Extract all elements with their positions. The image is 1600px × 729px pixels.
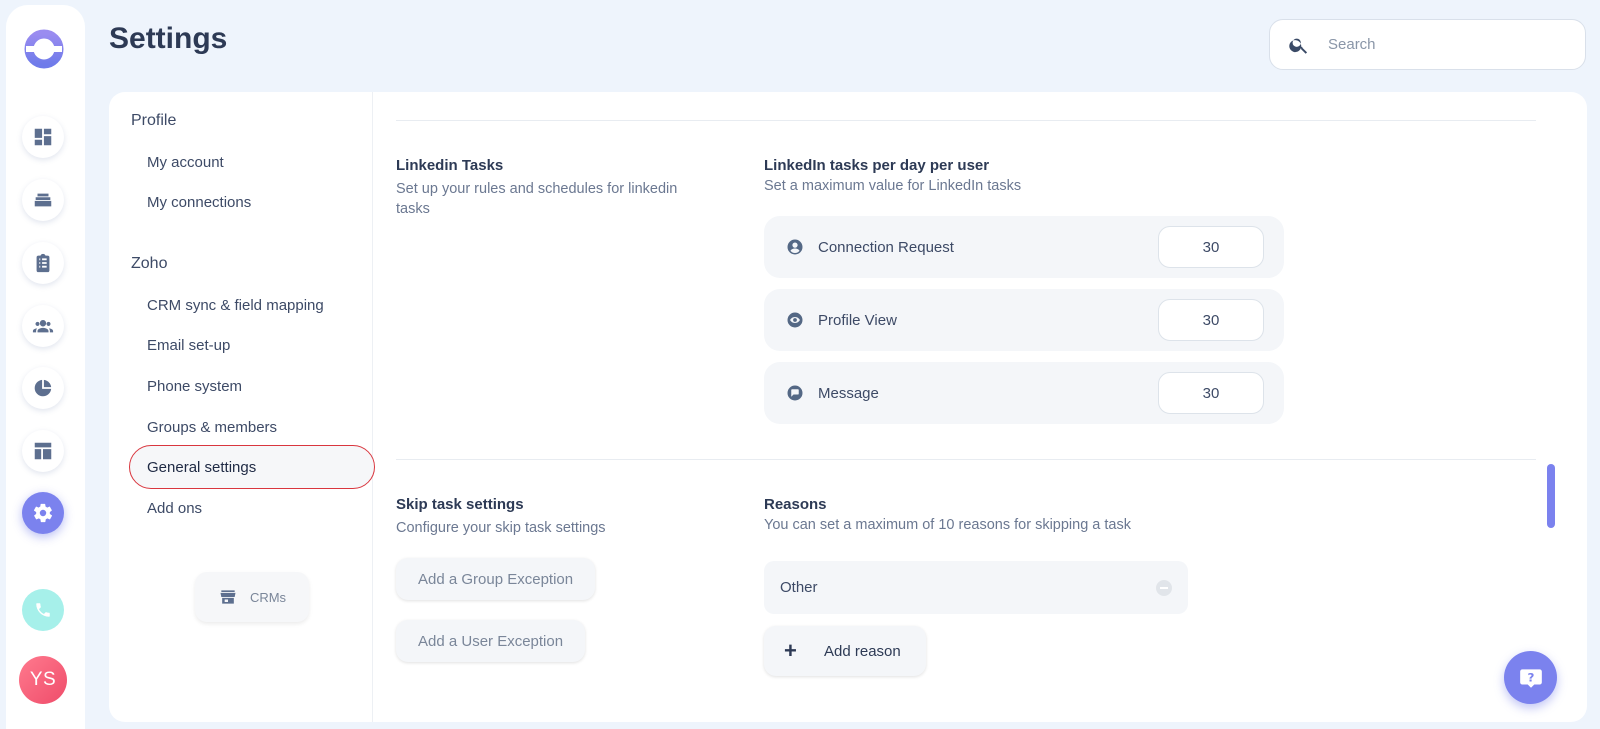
reason-item[interactable]: Other bbox=[764, 561, 1188, 614]
svg-text:?: ? bbox=[1527, 670, 1534, 684]
task-label: Message bbox=[818, 384, 879, 402]
app-logo-icon[interactable] bbox=[24, 29, 64, 69]
eye-icon bbox=[787, 312, 803, 328]
linkedin-tasks-title: Linkedin Tasks bbox=[396, 157, 504, 174]
crms-button-label: CRMs bbox=[249, 589, 287, 605]
rail-tasks-button[interactable] bbox=[22, 242, 64, 284]
nav-item-crm-sync[interactable]: CRM sync & field mapping bbox=[147, 297, 324, 314]
nav-item-my-account[interactable]: My account bbox=[147, 154, 224, 171]
task-row-profile-view: Profile View bbox=[764, 289, 1284, 351]
task-row-connection-request: Connection Request bbox=[764, 216, 1284, 278]
section-divider bbox=[396, 120, 1536, 121]
scrollbar-thumb[interactable] bbox=[1547, 464, 1555, 528]
left-rail: YS bbox=[6, 5, 85, 729]
settings-content: Linkedin Tasks Set up your rules and sch… bbox=[396, 92, 1556, 722]
rail-reports-button[interactable] bbox=[22, 367, 64, 409]
person-icon bbox=[787, 239, 803, 255]
message-icon bbox=[787, 385, 803, 401]
add-group-exception-button[interactable]: Add a Group Exception bbox=[396, 558, 596, 600]
profile-view-limit-input[interactable] bbox=[1158, 299, 1264, 341]
nav-item-phone-system[interactable]: Phone system bbox=[147, 378, 242, 395]
nav-item-my-connections[interactable]: My connections bbox=[147, 194, 251, 211]
add-reason-label: Add reason bbox=[824, 642, 901, 660]
reasons-title: Reasons bbox=[764, 496, 827, 513]
message-limit-input[interactable] bbox=[1158, 372, 1264, 414]
remove-reason-icon[interactable] bbox=[1156, 579, 1172, 596]
help-chat-icon: ? bbox=[1519, 668, 1542, 688]
user-avatar[interactable]: YS bbox=[19, 656, 67, 704]
page-title: Settings bbox=[109, 22, 228, 55]
nav-item-general-settings[interactable]: General settings bbox=[129, 445, 375, 489]
linkedin-tasks-description: Set up your rules and schedules for link… bbox=[396, 181, 678, 217]
layers-icon bbox=[34, 193, 52, 207]
section-divider bbox=[396, 459, 1536, 460]
rail-layers-button[interactable] bbox=[22, 179, 64, 221]
store-icon bbox=[220, 590, 236, 604]
linkedin-limits-title: LinkedIn tasks per day per user bbox=[764, 157, 990, 174]
plus-icon: + bbox=[784, 638, 797, 663]
phone-button[interactable] bbox=[22, 589, 64, 631]
rail-templates-button[interactable] bbox=[22, 430, 64, 472]
add-reason-button[interactable]: + Add reason bbox=[764, 626, 926, 676]
task-label: Connection Request bbox=[818, 238, 954, 256]
skip-task-description: Configure your skip task settings bbox=[396, 520, 606, 536]
phone-icon bbox=[36, 603, 50, 617]
layout-icon bbox=[34, 442, 52, 460]
nav-group-profile: Profile bbox=[131, 112, 177, 129]
rail-dashboard-button[interactable] bbox=[22, 116, 64, 158]
reasons-description: You can set a maximum of 10 reasons for … bbox=[764, 517, 1131, 533]
clipboard-icon bbox=[36, 253, 50, 273]
add-user-exception-button[interactable]: Add a User Exception bbox=[396, 620, 586, 662]
dashboard-icon bbox=[34, 128, 52, 146]
nav-item-groups-members[interactable]: Groups & members bbox=[147, 419, 277, 436]
settings-nav: Profile My account My connections Zoho C… bbox=[109, 92, 375, 722]
pie-chart-icon bbox=[34, 379, 52, 397]
search-box[interactable] bbox=[1269, 19, 1586, 70]
nav-item-email-setup[interactable]: Email set-up bbox=[147, 337, 230, 354]
help-chat-button[interactable]: ? bbox=[1504, 651, 1557, 704]
nav-group-zoho: Zoho bbox=[131, 255, 168, 272]
search-input[interactable] bbox=[1328, 36, 1548, 53]
gear-icon bbox=[33, 503, 53, 523]
rail-people-button[interactable] bbox=[22, 305, 64, 347]
task-label: Profile View bbox=[818, 311, 897, 329]
reason-label: Other bbox=[780, 579, 818, 596]
search-icon bbox=[1289, 38, 1308, 54]
linkedin-limits-description: Set a maximum value for LinkedIn tasks bbox=[764, 178, 1022, 194]
connection-request-limit-input[interactable] bbox=[1158, 226, 1264, 268]
task-row-message: Message bbox=[764, 362, 1284, 424]
rail-settings-button[interactable] bbox=[22, 492, 64, 534]
nav-item-add-ons[interactable]: Add ons bbox=[147, 500, 202, 517]
skip-task-title: Skip task settings bbox=[396, 496, 524, 513]
crms-button[interactable]: CRMs bbox=[195, 572, 309, 622]
users-icon bbox=[32, 320, 54, 333]
settings-card: Profile My account My connections Zoho C… bbox=[109, 92, 1587, 722]
